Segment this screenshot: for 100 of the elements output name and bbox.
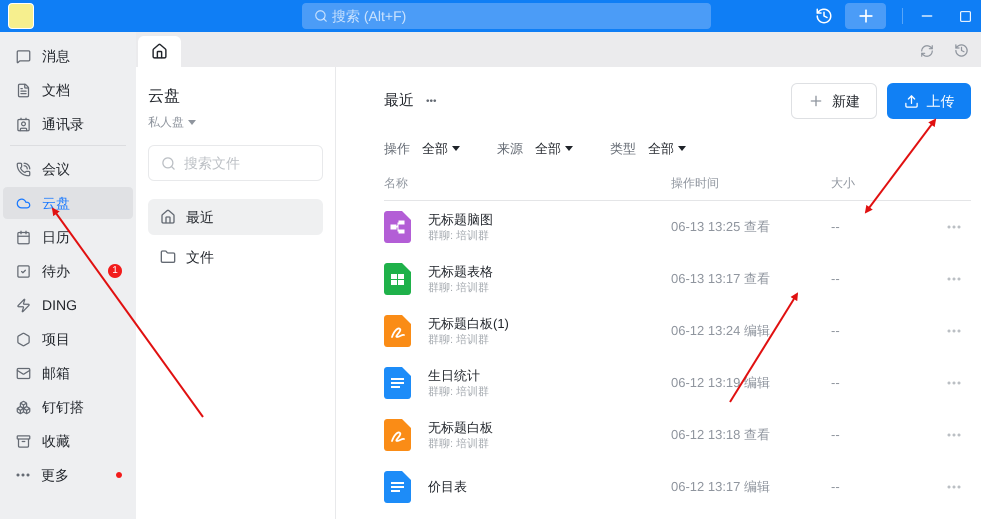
document-icon [16, 82, 31, 98]
filter-label: 操作 [384, 140, 410, 158]
whiteboard-file-icon [384, 418, 411, 450]
sidebar-item[interactable]: 更多 [3, 459, 133, 491]
home-icon [151, 43, 168, 60]
file-name: 无标题脑图 [428, 210, 494, 228]
file-time: 06-12 13:24 编辑 [671, 322, 772, 340]
more-icon[interactable] [947, 276, 961, 280]
filter-dropdown[interactable]: 全部 [422, 139, 460, 158]
sidebar-item[interactable]: 日历 [3, 221, 133, 253]
sidebar-item[interactable]: 文档 [3, 74, 133, 106]
more-icon[interactable] [947, 328, 961, 332]
sidebar-item[interactable]: 消息 [3, 40, 133, 72]
home-icon [160, 209, 176, 225]
file-name: 生日统计 [428, 366, 481, 384]
notification-badge: 1 [108, 264, 122, 278]
calendar-icon [16, 230, 31, 244]
sidebar-item[interactable]: 收藏 [3, 425, 133, 457]
sidebar-item[interactable]: DING [3, 289, 133, 321]
panel-nav-item[interactable]: 最近 [148, 199, 323, 235]
caret-icon [678, 146, 686, 152]
filter-label: 来源 [497, 140, 523, 158]
file-time: 06-12 13:18 查看 [671, 426, 772, 444]
upload-button[interactable]: 上传 [887, 83, 971, 119]
file-name: 无标题白板(1) [428, 314, 510, 332]
column-header: 大小 [831, 175, 855, 192]
plus-icon [808, 93, 824, 109]
boxes-icon [16, 400, 31, 414]
hexagon-icon [16, 332, 31, 346]
sidebar-item[interactable]: 邮箱 [3, 357, 133, 389]
filter-dropdown[interactable]: 全部 [648, 139, 686, 158]
column-header: 名称 [384, 175, 409, 192]
mindmap-file-icon [384, 210, 411, 242]
file-source: 群聊: 培训群 [428, 332, 490, 346]
more-icon[interactable] [947, 432, 961, 436]
file-source: 群聊: 培训群 [428, 228, 490, 242]
folder-icon [160, 249, 176, 265]
ellipsis-icon [16, 473, 30, 477]
lightning-icon [16, 298, 31, 312]
sidebar-item[interactable]: 通讯录 [3, 108, 133, 140]
file-source: 群聊: 培训群 [428, 280, 490, 294]
more-menu[interactable]: ••• [426, 94, 437, 108]
maximize-icon[interactable] [959, 10, 972, 22]
more-icon[interactable] [947, 484, 961, 488]
caret-icon [565, 146, 573, 152]
file-name: 无标题白板 [428, 418, 494, 436]
file-row[interactable]: 无标题白板 群聊: 培训群 06-12 13:18 查看 -- [384, 408, 971, 460]
file-row[interactable]: 无标题表格 群聊: 培训群 06-13 13:17 查看 -- [384, 252, 971, 304]
file-time: 06-13 13:25 查看 [671, 218, 772, 236]
checkbox-icon [16, 264, 31, 278]
phone-icon [16, 162, 31, 176]
search-icon [314, 9, 328, 23]
sheet-file-icon [384, 262, 411, 294]
home-tab[interactable] [138, 36, 181, 67]
file-time: 06-12 13:19 编辑 [671, 374, 772, 392]
panel-title: 云盘 [148, 87, 181, 107]
search-placeholder: 搜索文件 [184, 154, 240, 173]
sidebar-item[interactable]: 项目 [3, 323, 133, 355]
filter-label: 类型 [610, 140, 636, 158]
new-button[interactable]: 新建 [791, 83, 877, 119]
file-time: 06-12 13:17 编辑 [671, 478, 772, 496]
file-source: 群聊: 培训群 [428, 436, 490, 450]
contact-book-icon [16, 116, 31, 132]
history-icon[interactable] [954, 43, 969, 58]
file-row[interactable]: 生日统计 群聊: 培训群 06-12 13:19 编辑 -- [384, 356, 971, 408]
caret-icon [188, 120, 196, 124]
chat-bubble-icon [16, 48, 31, 64]
panel-nav-item[interactable]: 文件 [148, 239, 323, 275]
archive-icon [16, 434, 31, 448]
whiteboard-file-icon [384, 314, 411, 346]
file-size: -- [831, 270, 841, 288]
doc-file-icon [384, 470, 411, 502]
mail-icon [16, 366, 31, 380]
file-size: -- [831, 426, 841, 444]
filter-dropdown[interactable]: 全部 [535, 139, 573, 158]
more-icon[interactable] [947, 380, 961, 384]
add-button[interactable] [845, 3, 886, 29]
file-row[interactable]: 无标题白板(1) 群聊: 培训群 06-12 13:24 编辑 -- [384, 304, 971, 356]
avatar-icon[interactable] [8, 3, 34, 29]
search-placeholder: 搜索 (Alt+F) [332, 7, 406, 26]
file-size: -- [831, 478, 841, 496]
upload-icon [904, 94, 918, 108]
sidebar-item[interactable]: 钉钉搭 [3, 391, 133, 423]
file-row[interactable]: 价目表 06-12 13:17 编辑 -- [384, 460, 971, 512]
column-header: 操作时间 [671, 175, 720, 192]
sidebar-item[interactable]: 会议 [3, 153, 133, 185]
file-size: -- [831, 374, 841, 392]
file-row[interactable]: 无标题脑图 群聊: 培训群 06-13 13:25 查看 -- [384, 200, 971, 252]
section-title: 最近 [384, 90, 414, 111]
search-icon [161, 156, 176, 170]
doc-file-icon [384, 366, 411, 398]
file-time: 06-13 13:17 查看 [671, 270, 772, 288]
file-name: 无标题表格 [428, 262, 494, 280]
file-size: -- [831, 322, 841, 340]
file-size: -- [831, 218, 841, 236]
more-icon[interactable] [947, 224, 961, 228]
caret-icon [452, 146, 460, 152]
file-name: 价目表 [428, 478, 468, 496]
refresh-icon[interactable] [920, 44, 934, 58]
sidebar-item[interactable]: 待办 1 [3, 255, 133, 287]
